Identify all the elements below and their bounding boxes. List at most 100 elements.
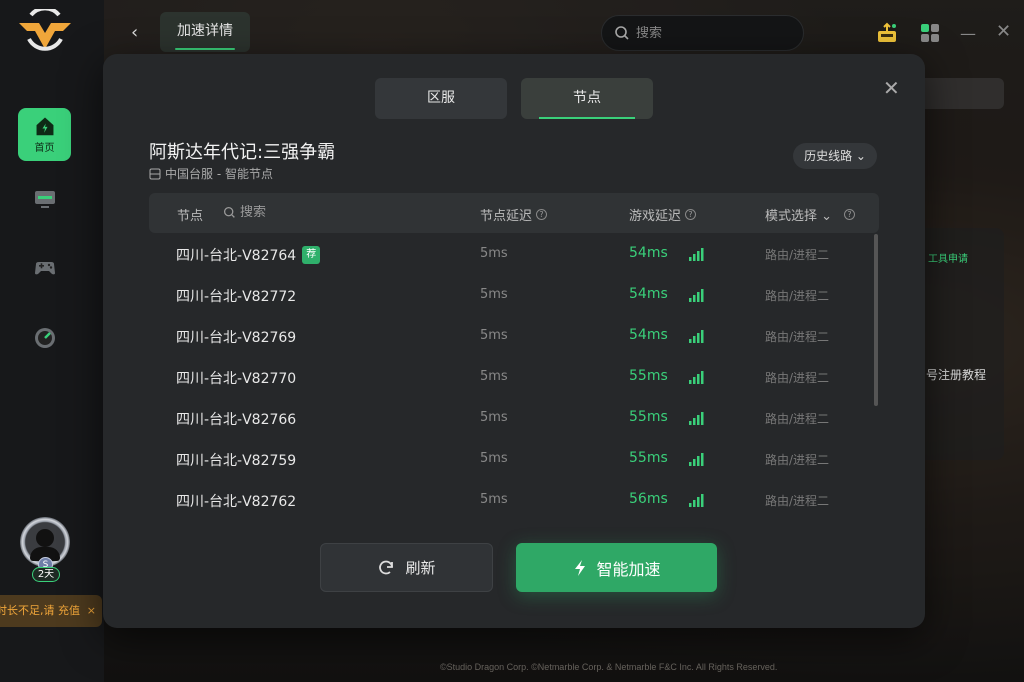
node-selection-modal: 区服 节点 ✕ 阿斯达年代记:三强争霸 中国台服 - 智能节点 历史线路 ⌄ 节… <box>103 54 925 628</box>
notice-close-icon[interactable]: × <box>87 595 96 627</box>
background-bar <box>916 78 1004 109</box>
signal-strength-icon <box>689 494 704 507</box>
node-name-cell: 四川-台北-V82762 <box>176 491 296 511</box>
home-icon <box>36 117 53 136</box>
table-row[interactable]: 四川-台北-V82772 5ms 54ms 路由/进程二 <box>149 275 879 316</box>
mode-cell[interactable]: 路由/进程二 <box>765 492 829 509</box>
table-row[interactable]: 四川-台北-V82766 5ms 55ms 路由/进程二 <box>149 398 879 439</box>
node-latency-cell: 5ms <box>480 369 508 384</box>
node-search-input[interactable] <box>240 205 320 220</box>
node-list: 四川-台北-V82764 荐 5ms 54ms 路由/进程二 四川-台北-V82772 5m… <box>149 234 879 521</box>
register-tutorial-link[interactable]: 号注册教程 <box>926 366 986 383</box>
signal-strength-icon <box>689 330 704 343</box>
signal-strength-icon <box>689 412 704 425</box>
help-icon[interactable]: ? <box>536 209 548 220</box>
sidebar-item-home[interactable]: 首页 <box>18 108 71 161</box>
sidebar-item-home-label: 首页 <box>34 143 55 154</box>
sidebar-item-device[interactable] <box>18 172 71 225</box>
global-search[interactable] <box>601 15 804 51</box>
smart-accelerate-label: 智能加速 <box>596 559 661 579</box>
column-node: 节点 <box>177 209 204 224</box>
tab-node-label: 节点 <box>573 90 601 106</box>
game-latency-cell: 54ms <box>629 327 668 343</box>
signal-strength-icon <box>689 371 704 384</box>
window-close-button[interactable]: ✕ <box>996 21 1018 43</box>
help-icon[interactable]: ? <box>685 209 697 220</box>
page-title-underline <box>175 48 235 50</box>
app-logo-icon <box>19 9 71 51</box>
table-row[interactable]: 四川-台北-V82770 5ms 55ms 路由/进程二 <box>149 357 879 398</box>
node-name-cell: 四川-台北-V82764 荐 <box>176 245 321 265</box>
table-row[interactable]: 四川-台北-V82769 5ms 54ms 路由/进程二 <box>149 316 879 357</box>
page-title-text: 加速详情 <box>177 23 233 39</box>
mode-cell[interactable]: 路由/进程二 <box>765 328 829 345</box>
tab-region[interactable]: 区服 <box>375 78 507 119</box>
node-latency-cell: 5ms <box>480 328 508 343</box>
column-game-latency: 游戏延迟 ? <box>629 205 697 224</box>
server-icon <box>149 168 161 179</box>
balance-notice[interactable]: 时长不足,请 充值 × <box>0 595 102 627</box>
signal-strength-icon <box>689 289 704 302</box>
column-mode[interactable]: 模式选择 ⌄ ? <box>765 205 856 224</box>
node-name: 四川-台北-V82762 <box>176 494 297 510</box>
node-name-cell: 四川-台北-V82759 <box>176 450 296 470</box>
game-title: 阿斯达年代记:三强争霸 <box>149 142 336 163</box>
scrollbar[interactable] <box>874 234 878 406</box>
node-name-cell: 四川-台北-V82766 <box>176 409 296 429</box>
gamepad-icon <box>34 261 55 274</box>
node-latency-cell: 5ms <box>480 287 508 302</box>
game-latency-cell: 54ms <box>629 286 668 302</box>
copyright-text: ©Studio Dragon Corp. ©Netmarble Corp. & … <box>440 662 778 672</box>
node-latency-cell: 5ms <box>480 246 508 261</box>
tool-apply-link[interactable]: 工具申请 <box>928 250 968 265</box>
help-icon[interactable]: ? <box>844 209 856 220</box>
node-latency-cell: 5ms <box>480 451 508 466</box>
mode-cell[interactable]: 路由/进程二 <box>765 451 829 468</box>
node-name: 四川-台北-V82772 <box>176 289 297 305</box>
game-latency-cell: 55ms <box>629 368 668 384</box>
node-latency-cell: 5ms <box>480 410 508 425</box>
mode-cell[interactable]: 路由/进程二 <box>765 287 829 304</box>
back-button[interactable]: ‹ <box>131 22 149 43</box>
refresh-button[interactable]: 刷新 <box>320 543 493 592</box>
node-name: 四川-台北-V82770 <box>176 371 297 387</box>
mode-cell[interactable]: 路由/进程二 <box>765 246 829 263</box>
table-row[interactable]: 四川-台北-V82762 5ms 56ms 路由/进程二 <box>149 480 879 521</box>
node-name-cell: 四川-台北-V82770 <box>176 368 296 388</box>
monitor-icon <box>34 190 55 208</box>
game-latency-cell: 54ms <box>629 245 668 261</box>
game-subtitle: 中国台服 - 智能节点 <box>149 165 273 182</box>
user-avatar[interactable]: S 2天 <box>18 515 74 587</box>
node-latency-cell: 5ms <box>480 492 508 507</box>
mode-cell[interactable]: 路由/进程二 <box>765 410 829 427</box>
refresh-label: 刷新 <box>405 559 436 577</box>
tab-node[interactable]: 节点 <box>521 78 653 119</box>
node-name-cell: 四川-台北-V82769 <box>176 327 296 347</box>
days-remaining-badge: 2天 <box>32 567 60 582</box>
modal-close-button[interactable]: ✕ <box>883 76 900 100</box>
speedometer-icon <box>34 327 55 348</box>
apps-grid-icon[interactable] <box>919 22 941 44</box>
game-latency-cell: 56ms <box>629 491 668 507</box>
minimize-button[interactable]: — <box>960 24 982 46</box>
sidebar-item-speedtest[interactable] <box>18 311 71 364</box>
smart-accelerate-button[interactable]: 智能加速 <box>516 543 717 592</box>
table-header: 节点 节点延迟 ? 游戏延迟 ? 模式选择 ⌄ ? <box>149 193 879 233</box>
column-node-latency: 节点延迟 ? <box>480 205 548 224</box>
node-search[interactable] <box>223 205 320 220</box>
tab-node-underline <box>539 117 635 119</box>
search-input[interactable] <box>636 25 786 41</box>
node-name: 四川-台北-V82764 <box>176 248 297 264</box>
table-row[interactable]: 四川-台北-V82759 5ms 55ms 路由/进程二 <box>149 439 879 480</box>
sidebar-item-games[interactable] <box>18 241 71 294</box>
lightning-icon <box>575 559 586 576</box>
balance-notice-text: 时长不足,请 充值 <box>0 604 80 617</box>
recommend-badge: 荐 <box>302 246 321 264</box>
table-row[interactable]: 四川-台北-V82764 荐 5ms 54ms 路由/进程二 <box>149 234 879 275</box>
gift-inbox-icon[interactable] <box>876 22 898 44</box>
refresh-icon <box>379 560 394 574</box>
game-latency-cell: 55ms <box>629 409 668 425</box>
history-route-dropdown[interactable]: 历史线路 ⌄ <box>793 143 877 169</box>
mode-cell[interactable]: 路由/进程二 <box>765 369 829 386</box>
signal-strength-icon <box>689 453 704 466</box>
